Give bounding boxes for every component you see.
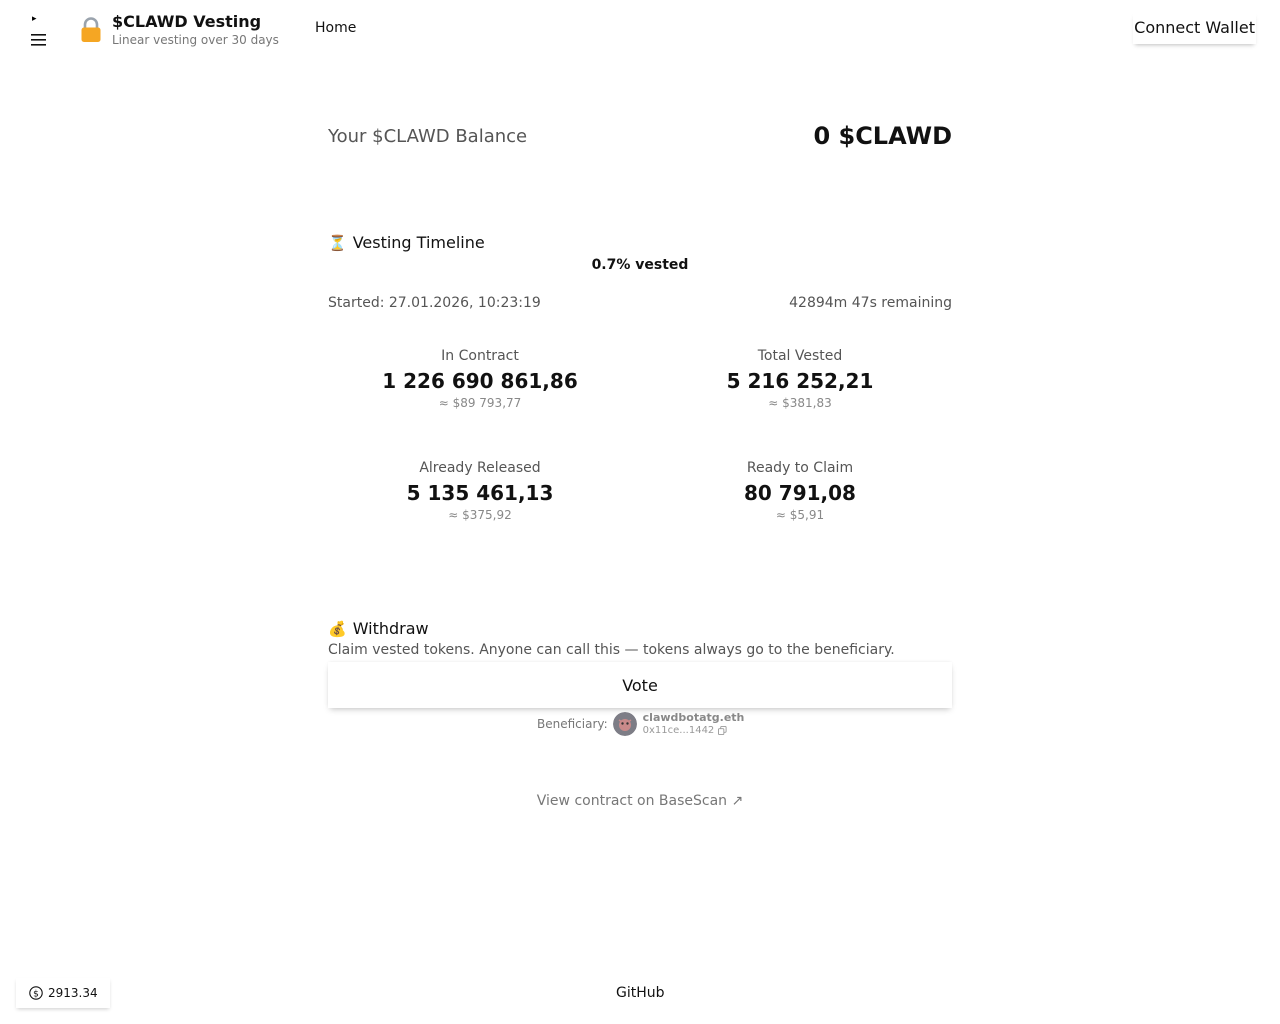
stat-usd: ≈ $375,92 <box>448 508 512 522</box>
price-badge[interactable]: $ 2913.34 <box>16 978 110 1008</box>
app-subtitle: Linear vesting over 30 days <box>112 33 279 47</box>
money-bag-icon: 💰 <box>328 620 347 638</box>
basescan-link[interactable]: View contract on BaseScan ↗ <box>328 793 952 809</box>
brand[interactable]: $CLAWD Vesting Linear vesting over 30 da… <box>80 10 279 50</box>
lock-icon <box>81 17 101 42</box>
stat-value: 80 791,08 <box>744 481 856 505</box>
time-remaining: 42894m 47s remaining <box>789 295 952 311</box>
connect-wallet-button[interactable]: Connect Wallet <box>1133 12 1256 44</box>
started-time: Started: 27.01.2026, 10:23:19 <box>328 295 541 311</box>
stat-total-vested: Total Vested 5 216 252,21 ≈ $381,83 <box>640 347 960 411</box>
menu-toggle[interactable]: ▸ <box>30 12 48 48</box>
price-value: 2913.34 <box>48 986 98 1000</box>
withdraw-description: Claim vested tokens. Anyone can call thi… <box>328 642 895 658</box>
app-title: $CLAWD Vesting <box>112 12 262 31</box>
stat-label: Total Vested <box>757 348 843 364</box>
balance-value: 0 $CLAWD <box>813 122 952 150</box>
stat-ready-to-claim: Ready to Claim 80 791,08 ≈ $5,91 <box>640 459 960 523</box>
stat-value: 5 135 461,13 <box>406 481 554 505</box>
withdraw-heading: 💰 Withdraw <box>328 619 952 639</box>
balance-row: Your $CLAWD Balance 0 $CLAWD <box>328 118 952 154</box>
stat-label: In Contract <box>441 348 519 364</box>
balance-label: Your $CLAWD Balance <box>328 125 528 147</box>
beneficiary-label: Beneficiary: <box>537 717 608 731</box>
timeline-times: Started: 27.01.2026, 10:23:19 42894m 47s… <box>328 295 952 311</box>
stat-value: 5 216 252,21 <box>726 369 874 393</box>
stat-in-contract: In Contract 1 226 690 861,86 ≈ $89 793,7… <box>320 347 640 411</box>
copy-icon[interactable] <box>718 726 727 735</box>
beneficiary-ens[interactable]: clawdbotatg.eth <box>643 711 745 724</box>
beneficiary-address: 0x11ce...1442 <box>642 724 715 736</box>
vote-button[interactable]: Vote <box>328 662 952 708</box>
github-link[interactable]: GitHub <box>616 985 665 1001</box>
stat-usd: ≈ $5,91 <box>775 508 825 522</box>
avatar[interactable] <box>612 712 637 736</box>
stat-label: Ready to Claim <box>746 460 854 476</box>
vesting-timeline-heading: ⏳ Vesting Timeline <box>328 233 952 253</box>
stat-already-released: Already Released 5 135 461,13 ≈ $375,92 <box>320 459 640 523</box>
hourglass-icon: ⏳ <box>328 234 347 252</box>
withdraw-title: Withdraw <box>352 619 429 638</box>
vested-percentage: 0.7% vested <box>591 257 689 273</box>
stat-value: 1 226 690 861,86 <box>382 369 578 393</box>
expand-arrow-icon: ▸ <box>32 14 37 24</box>
vesting-timeline-title: Vesting Timeline <box>352 233 485 252</box>
stat-usd: ≈ $381,83 <box>768 396 832 410</box>
nav-home-link[interactable]: Home <box>315 19 356 37</box>
stat-usd: ≈ $89 793,77 <box>438 396 522 410</box>
stat-label: Already Released <box>419 460 541 476</box>
hamburger-menu-icon <box>31 34 46 46</box>
dollar-circle-icon: $ <box>29 986 43 1000</box>
beneficiary: Beneficiary: clawdbotatg.eth 0x11ce...14… <box>537 710 744 738</box>
svg-text:$: $ <box>33 989 39 999</box>
beneficiary-address-row: 0x11ce...1442 <box>643 724 745 738</box>
page: ▸ $CLAWD Vesting Linear vesting over 30 … <box>0 0 1280 1024</box>
